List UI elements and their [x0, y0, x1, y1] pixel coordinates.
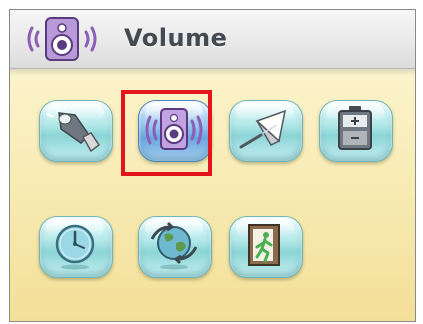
flashlight-icon	[46, 103, 101, 153]
exit-icon	[248, 224, 280, 266]
flashlight-button[interactable]	[36, 96, 114, 164]
globe-icon	[150, 221, 198, 270]
clock-button[interactable]	[36, 212, 114, 280]
device-screen: Volume	[9, 9, 416, 322]
volume-button[interactable]	[135, 96, 213, 164]
battery-button[interactable]	[316, 96, 394, 164]
clock-icon	[55, 224, 95, 270]
speaker-icon	[145, 108, 203, 150]
globe-button[interactable]	[135, 212, 213, 280]
battery-icon	[338, 106, 372, 150]
stylus-icon	[239, 109, 286, 149]
exit-button[interactable]	[226, 212, 304, 280]
speaker-icon	[27, 17, 97, 61]
title-bar: Volume	[10, 10, 415, 76]
calibration-button[interactable]	[226, 96, 304, 164]
page-title: Volume	[124, 24, 228, 52]
